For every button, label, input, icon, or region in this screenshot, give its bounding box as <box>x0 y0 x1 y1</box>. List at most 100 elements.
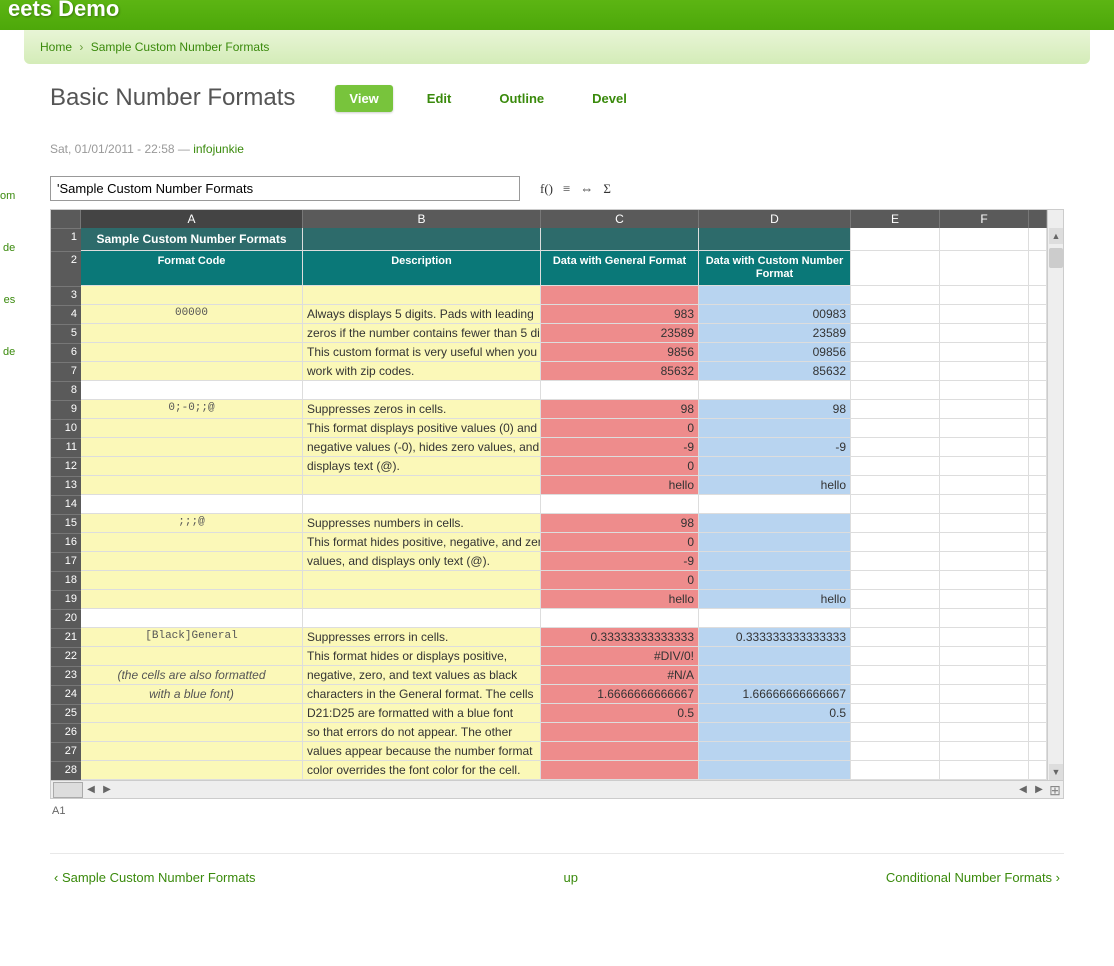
cell-C18[interactable]: 0 <box>541 571 699 590</box>
cell-D1[interactable] <box>699 228 851 251</box>
tab-outline[interactable]: Outline <box>485 85 558 112</box>
row-header-22[interactable]: 22 <box>51 647 81 666</box>
cell-F2[interactable] <box>940 251 1029 286</box>
row-header-10[interactable]: 10 <box>51 419 81 438</box>
cell-B18[interactable] <box>303 571 541 590</box>
cell-D3[interactable] <box>699 286 851 305</box>
row-header-6[interactable]: 6 <box>51 343 81 362</box>
cell-F18[interactable] <box>940 571 1029 590</box>
tab-view[interactable]: View <box>335 85 392 112</box>
cell-F8[interactable] <box>940 381 1029 400</box>
cell-D27[interactable] <box>699 742 851 761</box>
cell-D19[interactable]: hello <box>699 590 851 609</box>
cell-F11[interactable] <box>940 438 1029 457</box>
cell-B14[interactable] <box>303 495 541 514</box>
cell-A12[interactable] <box>81 457 303 476</box>
scroll-right2-icon[interactable]: ▶ <box>1031 784 1047 795</box>
cell-E1[interactable] <box>851 228 940 251</box>
col-header-C[interactable]: C <box>541 210 699 228</box>
cell-E18[interactable] <box>851 571 940 590</box>
cell-A3[interactable] <box>81 286 303 305</box>
cell-A25[interactable] <box>81 704 303 723</box>
cell-C13[interactable]: hello <box>541 476 699 495</box>
cell-E22[interactable] <box>851 647 940 666</box>
cell-C20[interactable] <box>541 609 699 628</box>
cell-F20[interactable] <box>940 609 1029 628</box>
cell-A2[interactable]: Format Code <box>81 251 303 286</box>
horizontal-scrollbar[interactable]: ◀ ▶ ◀ ▶ ⊞ <box>51 780 1063 798</box>
cell-D2[interactable]: Data with Custom Number Format <box>699 251 851 286</box>
scroll-thumb[interactable] <box>1049 248 1063 268</box>
cell-B26[interactable]: so that errors do not appear. The other <box>303 723 541 742</box>
tab-devel[interactable]: Devel <box>578 85 641 112</box>
cell-F26[interactable] <box>940 723 1029 742</box>
cell-B9[interactable]: Suppresses zeros in cells. <box>303 400 541 419</box>
cell-B12[interactable]: displays text (@). <box>303 457 541 476</box>
cell-A18[interactable] <box>81 571 303 590</box>
scroll-right-icon[interactable]: ▶ <box>99 784 115 795</box>
pager-next[interactable]: Conditional Number Formats › <box>886 870 1060 885</box>
col-header-F[interactable]: F <box>940 210 1029 228</box>
cell-A9[interactable]: 0;-0;;@ <box>81 400 303 419</box>
row-header-9[interactable]: 9 <box>51 400 81 419</box>
tab-edit[interactable]: Edit <box>413 85 466 112</box>
cell-B1[interactable] <box>303 228 541 251</box>
cell-C21[interactable]: 0.33333333333333 <box>541 628 699 647</box>
cell-B20[interactable] <box>303 609 541 628</box>
cell-D8[interactable] <box>699 381 851 400</box>
formula-input[interactable] <box>50 176 520 201</box>
row-header-3[interactable]: 3 <box>51 286 81 305</box>
cell-D4[interactable]: 00983 <box>699 305 851 324</box>
pager-up[interactable]: up <box>563 870 577 885</box>
row-header-7[interactable]: 7 <box>51 362 81 381</box>
align-icon[interactable]: ≡ <box>563 181 570 197</box>
row-header-25[interactable]: 25 <box>51 704 81 723</box>
cell-A10[interactable] <box>81 419 303 438</box>
cell-A4[interactable]: 00000 <box>81 305 303 324</box>
cell-F21[interactable] <box>940 628 1029 647</box>
cell-E7[interactable] <box>851 362 940 381</box>
breadcrumb-current[interactable]: Sample Custom Number Formats <box>91 40 270 54</box>
cell-E12[interactable] <box>851 457 940 476</box>
cell-F4[interactable] <box>940 305 1029 324</box>
pager-prev[interactable]: ‹ Sample Custom Number Formats <box>54 870 256 885</box>
cell-A7[interactable] <box>81 362 303 381</box>
cell-C14[interactable] <box>541 495 699 514</box>
cell-C4[interactable]: 983 <box>541 305 699 324</box>
cell-C17[interactable]: -9 <box>541 552 699 571</box>
scroll-down-icon[interactable]: ▼ <box>1049 764 1063 780</box>
cell-D22[interactable] <box>699 647 851 666</box>
row-header-16[interactable]: 16 <box>51 533 81 552</box>
cell-A19[interactable] <box>81 590 303 609</box>
cell-A15[interactable]: ;;;@ <box>81 514 303 533</box>
cell-C10[interactable]: 0 <box>541 419 699 438</box>
cell-A5[interactable] <box>81 324 303 343</box>
cell-F13[interactable] <box>940 476 1029 495</box>
col-header-D[interactable]: D <box>699 210 851 228</box>
cell-C15[interactable]: 98 <box>541 514 699 533</box>
cell-E25[interactable] <box>851 704 940 723</box>
col-header-B[interactable]: B <box>303 210 541 228</box>
vertical-scrollbar[interactable]: ▲ ▼ <box>1047 228 1063 780</box>
row-header-1[interactable]: 1 <box>51 228 81 251</box>
row-header-20[interactable]: 20 <box>51 609 81 628</box>
row-header-15[interactable]: 15 <box>51 514 81 533</box>
cell-B25[interactable]: D21:D25 are formatted with a blue font <box>303 704 541 723</box>
row-header-14[interactable]: 14 <box>51 495 81 514</box>
row-header-19[interactable]: 19 <box>51 590 81 609</box>
cell-A27[interactable] <box>81 742 303 761</box>
cell-E11[interactable] <box>851 438 940 457</box>
cell-C3[interactable] <box>541 286 699 305</box>
cell-D9[interactable]: 98 <box>699 400 851 419</box>
cell-C16[interactable]: 0 <box>541 533 699 552</box>
cell-F12[interactable] <box>940 457 1029 476</box>
cell-E10[interactable] <box>851 419 940 438</box>
cell-E26[interactable] <box>851 723 940 742</box>
row-header-12[interactable]: 12 <box>51 457 81 476</box>
cell-F23[interactable] <box>940 666 1029 685</box>
cell-D7[interactable]: 85632 <box>699 362 851 381</box>
cell-A26[interactable] <box>81 723 303 742</box>
cell-E3[interactable] <box>851 286 940 305</box>
row-header-13[interactable]: 13 <box>51 476 81 495</box>
cell-E15[interactable] <box>851 514 940 533</box>
